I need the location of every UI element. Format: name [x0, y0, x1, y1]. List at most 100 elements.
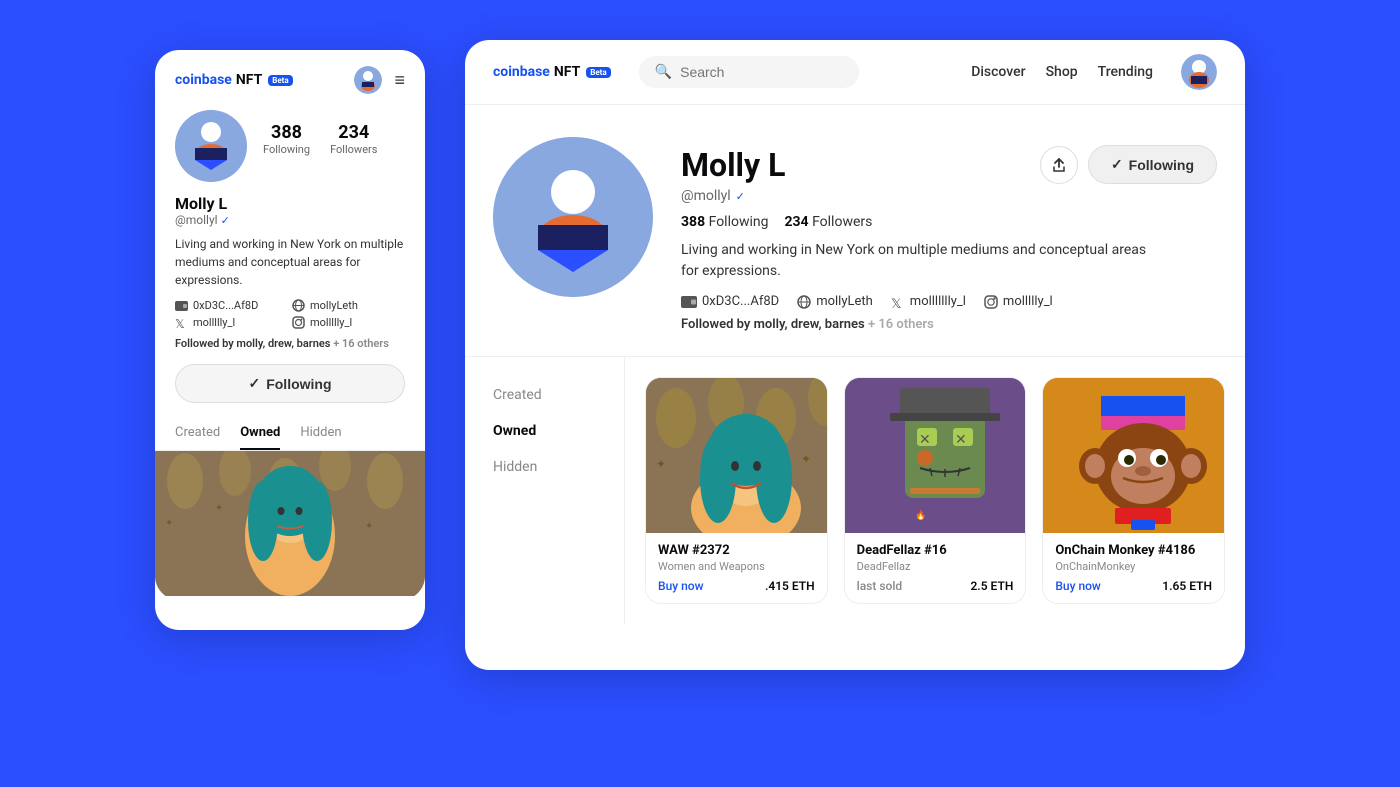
profile-name-row: Molly L ✓ Following — [681, 145, 1217, 184]
desktop-nft-text: NFT — [554, 64, 580, 80]
sidebar-tab-created[interactable]: Created — [465, 377, 624, 413]
desktop-content: Created Owned Hidden ✦ — [465, 356, 1245, 624]
mobile-avatar — [175, 110, 247, 182]
mobile-followers-label: Followers — [330, 143, 377, 156]
mobile-header-icons: ≡ — [354, 66, 405, 94]
mobile-handle: @mollyl ✓ — [175, 213, 405, 227]
desktop-profile-handle: @mollyl ✓ — [681, 188, 1217, 204]
desktop-following-checkmark: ✓ — [1111, 156, 1123, 173]
desktop-following-btn-label: Following — [1129, 157, 1194, 173]
desktop-website-text: mollyLeth — [816, 294, 873, 309]
nav-trending[interactable]: Trending — [1098, 64, 1153, 80]
nft-price-row-monkey: Buy now 1.65 ETH — [1055, 579, 1212, 593]
nft-title-dead: DeadFellaz #16 — [857, 543, 1014, 558]
nav-links: Discover Shop Trending — [971, 54, 1217, 90]
nft-collection-dead: DeadFellaz — [857, 560, 1014, 573]
nft-price-waw: .415 ETH — [765, 579, 815, 593]
desktop-nav: coinbase NFT Beta 🔍 Discover Shop Trendi… — [465, 40, 1245, 105]
desktop-instagram-link[interactable]: mollllly_l — [984, 294, 1053, 309]
desktop-website-link[interactable]: mollyLeth — [797, 294, 873, 309]
mobile-beta-badge: Beta — [268, 75, 292, 86]
desktop-followed-others: + 16 others — [868, 317, 934, 332]
desktop-wallet-link: 0xD3C...Af8D — [681, 294, 779, 309]
mobile-instagram-link[interactable]: mollllly_l — [292, 316, 405, 329]
mobile-following-count: 388 — [271, 122, 302, 143]
mobile-user-info: Molly L @mollyl ✓ Living and working in … — [155, 182, 425, 350]
mobile-following-label: Following — [263, 143, 310, 156]
desktop-verified-icon: ✓ — [736, 190, 745, 203]
mobile-bio: Living and working in New York on multip… — [175, 235, 405, 289]
nft-price-row-dead: last sold 2.5 ETH — [857, 579, 1014, 593]
mobile-username: Molly L — [175, 194, 405, 213]
sidebar-tab-owned[interactable]: Owned — [465, 413, 624, 449]
mobile-tab-hidden[interactable]: Hidden — [300, 417, 341, 450]
search-icon: 🔍 — [655, 64, 672, 80]
desktop-profile-name: Molly L — [681, 146, 785, 184]
mobile-twitter-text: mollllly_l — [193, 316, 235, 329]
desktop-following-button[interactable]: ✓ Following — [1088, 145, 1217, 184]
search-bar[interactable]: 🔍 — [639, 56, 859, 88]
nft-card-waw[interactable]: ✦ ✦ ✦ ✦ — [645, 377, 828, 604]
mobile-followed-by: Followed by molly, drew, barnes + 16 oth… — [175, 337, 405, 350]
desktop-wallet-text: 0xD3C...Af8D — [702, 294, 779, 309]
mobile-following-btn-label: Following — [266, 376, 331, 392]
nft-title-waw: WAW #2372 — [658, 543, 815, 558]
mobile-header: coinbase NFT Beta ≡ — [155, 50, 425, 102]
mobile-followers-stat: 234 Followers — [330, 122, 377, 156]
mobile-wallet-text: 0xD3C...Af8D — [193, 299, 258, 312]
desktop-logo: coinbase NFT Beta — [493, 64, 611, 80]
desktop-twitter-text: mollllllly_l — [910, 294, 966, 309]
nft-price-row-waw: Buy now .415 ETH — [658, 579, 815, 593]
mobile-user-avatar[interactable] — [354, 66, 382, 94]
mobile-website-text: mollyLeth — [310, 299, 358, 312]
svg-text:𝕏: 𝕏 — [891, 297, 901, 309]
nft-details-waw: WAW #2372 Women and Weapons Buy now .415… — [646, 533, 827, 603]
nav-shop[interactable]: Shop — [1046, 64, 1078, 80]
mobile-following-checkmark: ✓ — [248, 375, 260, 392]
search-input[interactable] — [680, 64, 843, 80]
nft-details-dead: DeadFellaz #16 DeadFellaz last sold 2.5 … — [845, 533, 1026, 603]
share-button[interactable] — [1040, 146, 1078, 184]
desktop-user-avatar[interactable] — [1181, 54, 1217, 90]
mobile-nft-preview: ✦ ✦ ✦ ✦ ✦ — [155, 451, 425, 600]
mobile-hamburger-icon[interactable]: ≡ — [394, 70, 405, 91]
nft-card-monkey[interactable]: OnChain Monkey #4186 OnChainMonkey Buy n… — [1042, 377, 1225, 604]
mobile-nft-text: NFT — [236, 72, 262, 88]
mobile-tabs: Created Owned Hidden — [155, 417, 425, 451]
svg-text:✦: ✦ — [165, 518, 173, 529]
svg-text:✦: ✦ — [215, 503, 223, 514]
mobile-profile-section: 388 Following 234 Followers — [155, 102, 425, 182]
desktop-card: coinbase NFT Beta 🔍 Discover Shop Trendi… — [465, 40, 1245, 670]
nft-card-dead[interactable]: ✕ ✕ 🔥 — [844, 377, 1027, 604]
mobile-instagram-text: mollllly_l — [310, 316, 352, 329]
nft-details-monkey: OnChain Monkey #4186 OnChainMonkey Buy n… — [1043, 533, 1224, 603]
desktop-profile-bio: Living and working in New York on multip… — [681, 240, 1161, 282]
mobile-website-link[interactable]: mollyLeth — [292, 299, 405, 312]
desktop-profile-stats: 388 Following 234 Followers — [681, 214, 1217, 230]
desktop-profile-followed: Followed by molly, drew, barnes + 16 oth… — [681, 317, 1217, 332]
svg-text:✦: ✦ — [365, 521, 373, 532]
nav-discover[interactable]: Discover — [971, 64, 1025, 80]
mobile-links: 0xD3C...Af8D mollyLeth 𝕏 mollllly_l moll… — [175, 299, 405, 329]
desktop-profile-links: 0xD3C...Af8D mollyLeth 𝕏 mollllllly_l mo… — [681, 294, 1217, 309]
nft-buy-label-monkey: Buy now — [1055, 579, 1101, 593]
mobile-twitter-link[interactable]: 𝕏 mollllly_l — [175, 316, 288, 329]
desktop-following-stat: 388 Following — [681, 214, 768, 230]
mobile-tab-owned[interactable]: Owned — [240, 417, 280, 450]
mobile-tab-created[interactable]: Created — [175, 417, 220, 450]
mobile-following-button[interactable]: ✓ Following — [175, 364, 405, 403]
mobile-logo: coinbase NFT Beta — [175, 72, 293, 88]
nft-sold-label-dead: last sold — [857, 579, 903, 593]
mobile-followers-count: 234 — [338, 122, 369, 143]
desktop-coinbase-text: coinbase — [493, 64, 550, 80]
scene: coinbase NFT Beta ≡ — [0, 0, 1400, 787]
profile-info: Molly L ✓ Following — [681, 137, 1217, 332]
svg-text:✕: ✕ — [919, 432, 931, 448]
sidebar-tab-hidden[interactable]: Hidden — [465, 449, 624, 485]
desktop-twitter-link[interactable]: 𝕏 mollllllly_l — [891, 294, 966, 309]
desktop-followers-stat: 234 Followers — [784, 214, 872, 230]
mobile-stats: 388 Following 234 Followers — [263, 110, 377, 156]
nft-collection-waw: Women and Weapons — [658, 560, 815, 573]
desktop-avatar — [493, 137, 653, 297]
svg-text:✦: ✦ — [656, 457, 666, 471]
